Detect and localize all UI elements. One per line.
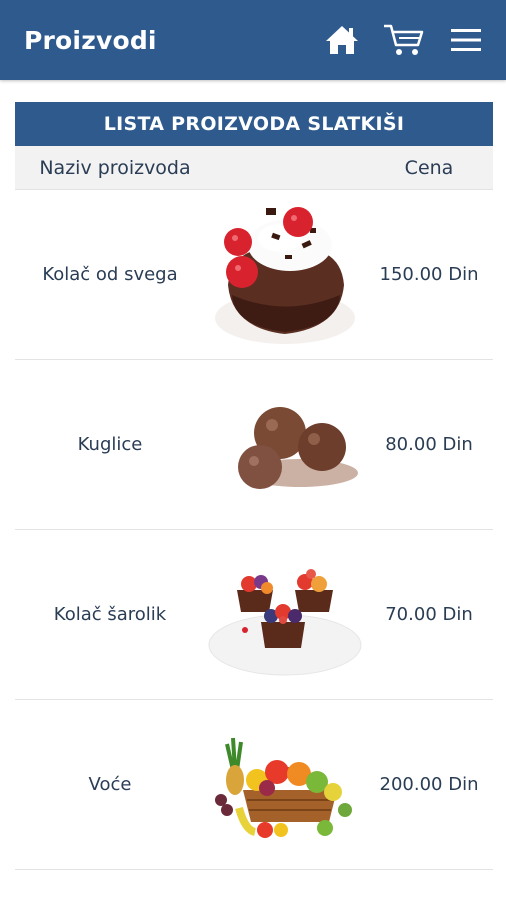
list-item[interactable]: Kolač od svega 150.00 Din — [15, 190, 493, 360]
product-image — [205, 365, 365, 525]
cart-icon — [384, 24, 424, 55]
menu-icon — [451, 29, 481, 51]
menu-button[interactable] — [444, 18, 488, 62]
column-header-price: Cena — [404, 156, 454, 179]
product-price: 200.00 Din — [379, 774, 479, 795]
product-name: Kuglice — [77, 434, 143, 455]
product-price: 150.00 Din — [379, 264, 479, 285]
home-button[interactable] — [320, 18, 364, 62]
product-image — [205, 535, 365, 695]
product-list: LISTA PROIZVODA SLATKIŠI Naziv proizvoda… — [15, 102, 493, 870]
list-title: LISTA PROIZVODA SLATKIŠI — [15, 102, 493, 146]
list-item[interactable]: Kolač šarolik 70.00 Din — [15, 530, 493, 700]
product-name: Voće — [88, 774, 132, 795]
fruit-basket-image — [215, 737, 352, 838]
column-header-row: Naziv proizvoda Cena — [15, 146, 493, 190]
product-name: Kolač od svega — [42, 264, 178, 285]
chocolate-balls-image — [238, 406, 358, 489]
column-header-name: Naziv proizvoda — [39, 156, 191, 179]
cart-button[interactable] — [382, 18, 426, 62]
product-price: 80.00 Din — [385, 434, 473, 455]
product-price: 70.00 Din — [385, 604, 473, 625]
page-title: Proizvodi — [24, 25, 157, 55]
product-name: Kolač šarolik — [53, 604, 167, 625]
list-item[interactable]: Voće 200.00 Din — [15, 700, 493, 870]
product-image — [205, 705, 365, 865]
chocolate-cake-image — [215, 206, 355, 344]
product-image — [205, 195, 365, 355]
list-item[interactable]: Kuglice 80.00 Din — [15, 360, 493, 530]
fruit-tartlets-image — [208, 568, 362, 675]
app-bar: Proizvodi — [0, 0, 506, 80]
home-icon — [326, 26, 358, 54]
